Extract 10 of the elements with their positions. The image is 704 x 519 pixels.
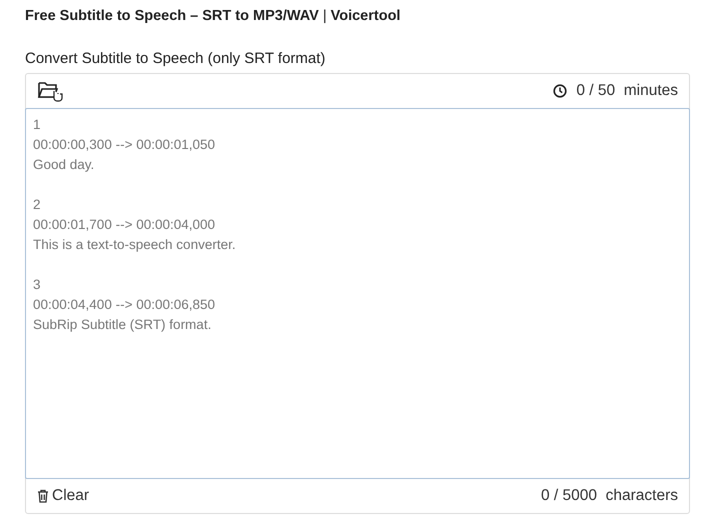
open-file-button[interactable]: [37, 79, 63, 103]
trash-icon: [37, 489, 49, 503]
folder-icon: [37, 79, 63, 103]
subtitle-input-field[interactable]: 1 00:00:00,300 --> 00:00:01,050 Good day. 2 00:00:01,700 --> 00:00:04,000 This is a text-to-speech converter. 3 00:00:04,400 --> 00:00:06,850 SubRip Subtitle (SRT) format.: [25, 108, 690, 479]
field-label: Convert Subtitle to Speech (only SRT format): [25, 50, 326, 67]
clear-button[interactable]: Clear: [37, 487, 90, 505]
duration-counter: 0 / 50 minutes: [576, 82, 678, 100]
clock-icon: [553, 84, 568, 98]
character-counter: 0 / 5000 characters: [541, 487, 678, 505]
page-title: Free Subtitle to Speech – SRT to MP3/WAV | Voicertool: [25, 8, 402, 26]
